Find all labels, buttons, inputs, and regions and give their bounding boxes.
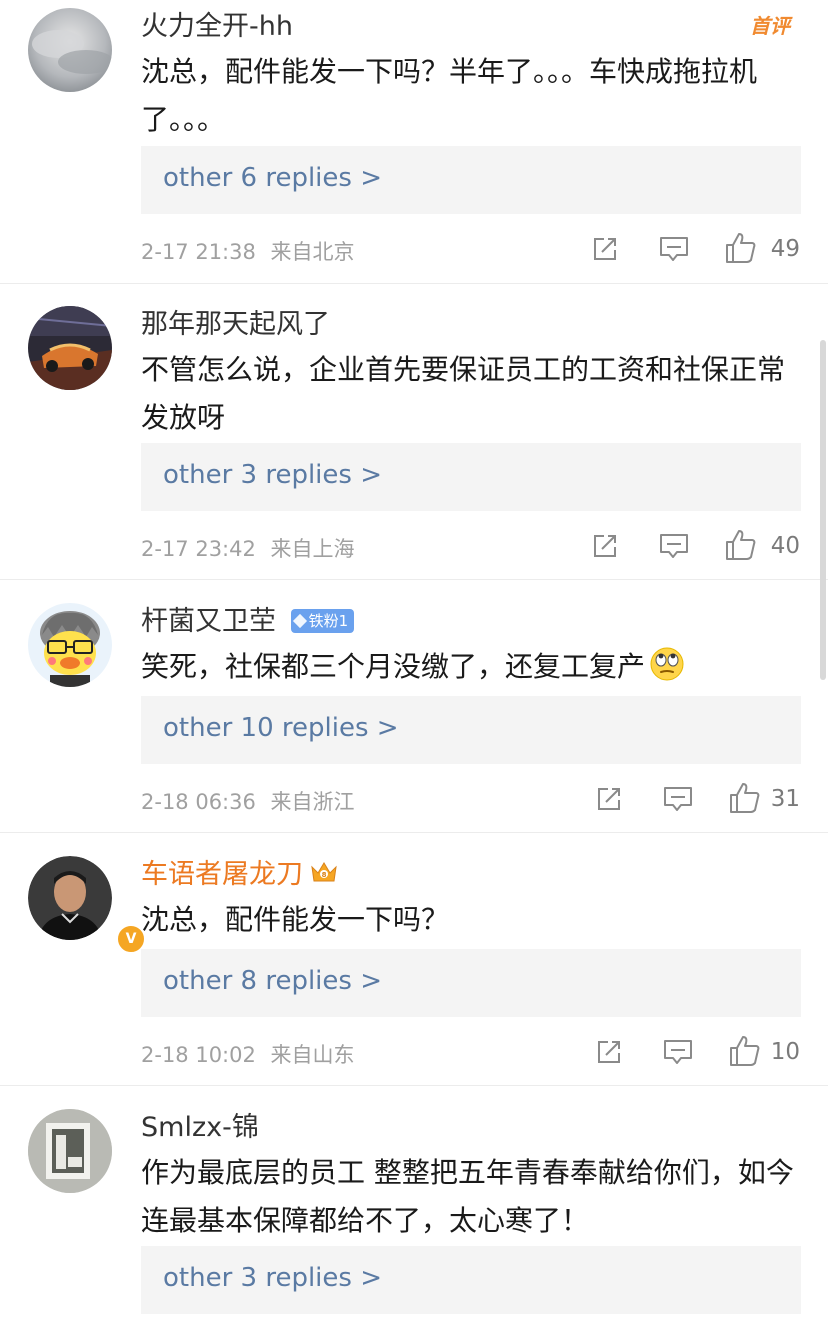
view-replies-button[interactable]: other 3 replies > bbox=[141, 1246, 801, 1314]
timestamp: 2-17 23:42 bbox=[141, 537, 256, 561]
fan-badge-label: 铁粉1 bbox=[308, 612, 349, 630]
replies-label: other 8 replies > bbox=[163, 966, 382, 996]
username-label: 杆菌又卫茔 bbox=[141, 606, 276, 637]
share-icon[interactable] bbox=[594, 1037, 624, 1067]
view-replies-button[interactable]: other 10 replies > bbox=[141, 696, 801, 764]
share-icon[interactable] bbox=[594, 784, 624, 814]
comment-text: 作为最底层的员工 整整把五年青春奉献给你们，如今连最基本保障都给不了，太心寒了！ bbox=[141, 1156, 794, 1237]
view-replies-button[interactable]: other 6 replies > bbox=[141, 146, 801, 214]
username[interactable]: 杆菌又卫茔 铁粉1 bbox=[141, 599, 355, 638]
like-icon[interactable] bbox=[728, 781, 762, 815]
comment-item: Smlzx-锦 作为最底层的员工 整整把五年青春奉献给你们，如今连最基本保障都给… bbox=[0, 1101, 828, 1324]
divider bbox=[0, 1085, 828, 1086]
like-icon[interactable] bbox=[728, 1034, 762, 1068]
diamond-icon bbox=[292, 613, 307, 629]
timestamp: 2-18 06:36 bbox=[141, 790, 256, 814]
location: 来自浙江 bbox=[270, 790, 355, 814]
avatar[interactable] bbox=[28, 8, 112, 92]
view-replies-button[interactable]: other 8 replies > bbox=[141, 949, 801, 1017]
avatar[interactable] bbox=[28, 603, 112, 687]
comment-item: V 车语者屠龙刀 8 沈总，配件能发一下吗？ other 8 replies >… bbox=[0, 848, 828, 1084]
username[interactable]: Smlzx-锦 bbox=[141, 1105, 259, 1144]
share-icon[interactable] bbox=[590, 531, 620, 561]
comment-text: 沈总，配件能发一下吗？半年了。。。车快成拖拉机了。。。 bbox=[141, 55, 758, 136]
comment-text-content: 笑死，社保都三个月没缴了，还复工复产 bbox=[141, 650, 646, 683]
comment-text: 不管怎么说，企业首先要保证员工的工资和社保正常发放呀 bbox=[141, 353, 786, 434]
username[interactable]: 那年那天起风了 bbox=[141, 302, 330, 341]
share-icon[interactable] bbox=[590, 234, 620, 264]
timestamp: 2-17 21:38 bbox=[141, 240, 256, 264]
comment-icon[interactable] bbox=[662, 784, 694, 814]
comment-text: 笑死，社保都三个月没缴了，还复工复产 bbox=[141, 643, 801, 691]
divider bbox=[0, 579, 828, 580]
comment-meta: 2-17 21:38 来自北京 bbox=[141, 236, 355, 266]
fan-badge: 铁粉1 bbox=[290, 609, 355, 633]
comment-icon[interactable] bbox=[662, 1037, 694, 1067]
comment-meta: 2-18 10:02 来自山东 bbox=[141, 1039, 355, 1069]
username-label: 车语者屠龙刀 bbox=[141, 859, 303, 890]
divider bbox=[0, 283, 828, 284]
location: 来自山东 bbox=[270, 1043, 355, 1067]
replies-label: other 6 replies > bbox=[163, 163, 382, 193]
comment-icon[interactable] bbox=[658, 531, 690, 561]
divider bbox=[0, 832, 828, 833]
crown-icon: 8 bbox=[311, 862, 337, 882]
like-icon[interactable] bbox=[724, 528, 758, 562]
comment-item: 那年那天起风了 不管怎么说，企业首先要保证员工的工资和社保正常发放呀 other… bbox=[0, 298, 828, 578]
comment-meta: 2-17 23:42 来自上海 bbox=[141, 533, 355, 563]
comment-meta: 2-18 06:36 来自浙江 bbox=[141, 786, 355, 816]
location: 来自上海 bbox=[270, 537, 355, 561]
like-count: 49 bbox=[770, 236, 800, 262]
avatar[interactable] bbox=[28, 306, 112, 390]
comment-item: 杆菌又卫茔 铁粉1 笑死，社保都三个月没缴了，还复工复产 other 10 re… bbox=[0, 595, 828, 831]
svg-text:8: 8 bbox=[322, 871, 327, 879]
timestamp: 2-18 10:02 bbox=[141, 1043, 256, 1067]
replies-label: other 3 replies > bbox=[163, 1263, 382, 1293]
first-comment-label: 首评 bbox=[750, 14, 790, 38]
like-count: 40 bbox=[770, 533, 800, 559]
comment-icon[interactable] bbox=[658, 234, 690, 264]
username[interactable]: 车语者屠龙刀 8 bbox=[141, 852, 339, 891]
avatar[interactable] bbox=[28, 1109, 112, 1193]
location: 来自北京 bbox=[270, 240, 355, 264]
username[interactable]: 火力全开-hh bbox=[141, 4, 293, 43]
replies-label: other 3 replies > bbox=[163, 460, 382, 490]
avatar[interactable]: V bbox=[28, 856, 146, 954]
like-icon[interactable] bbox=[724, 231, 758, 265]
like-count: 31 bbox=[770, 786, 800, 812]
comment-item: 火力全开-hh 首评 沈总，配件能发一下吗？半年了。。。车快成拖拉机了。。。 o… bbox=[0, 0, 828, 282]
eye-roll-emoji-icon bbox=[650, 647, 684, 681]
view-replies-button[interactable]: other 3 replies > bbox=[141, 443, 801, 511]
comment-text: 沈总，配件能发一下吗？ bbox=[141, 903, 450, 936]
like-count: 10 bbox=[770, 1039, 800, 1065]
scrollbar[interactable] bbox=[820, 340, 826, 680]
replies-label: other 10 replies > bbox=[163, 713, 399, 743]
